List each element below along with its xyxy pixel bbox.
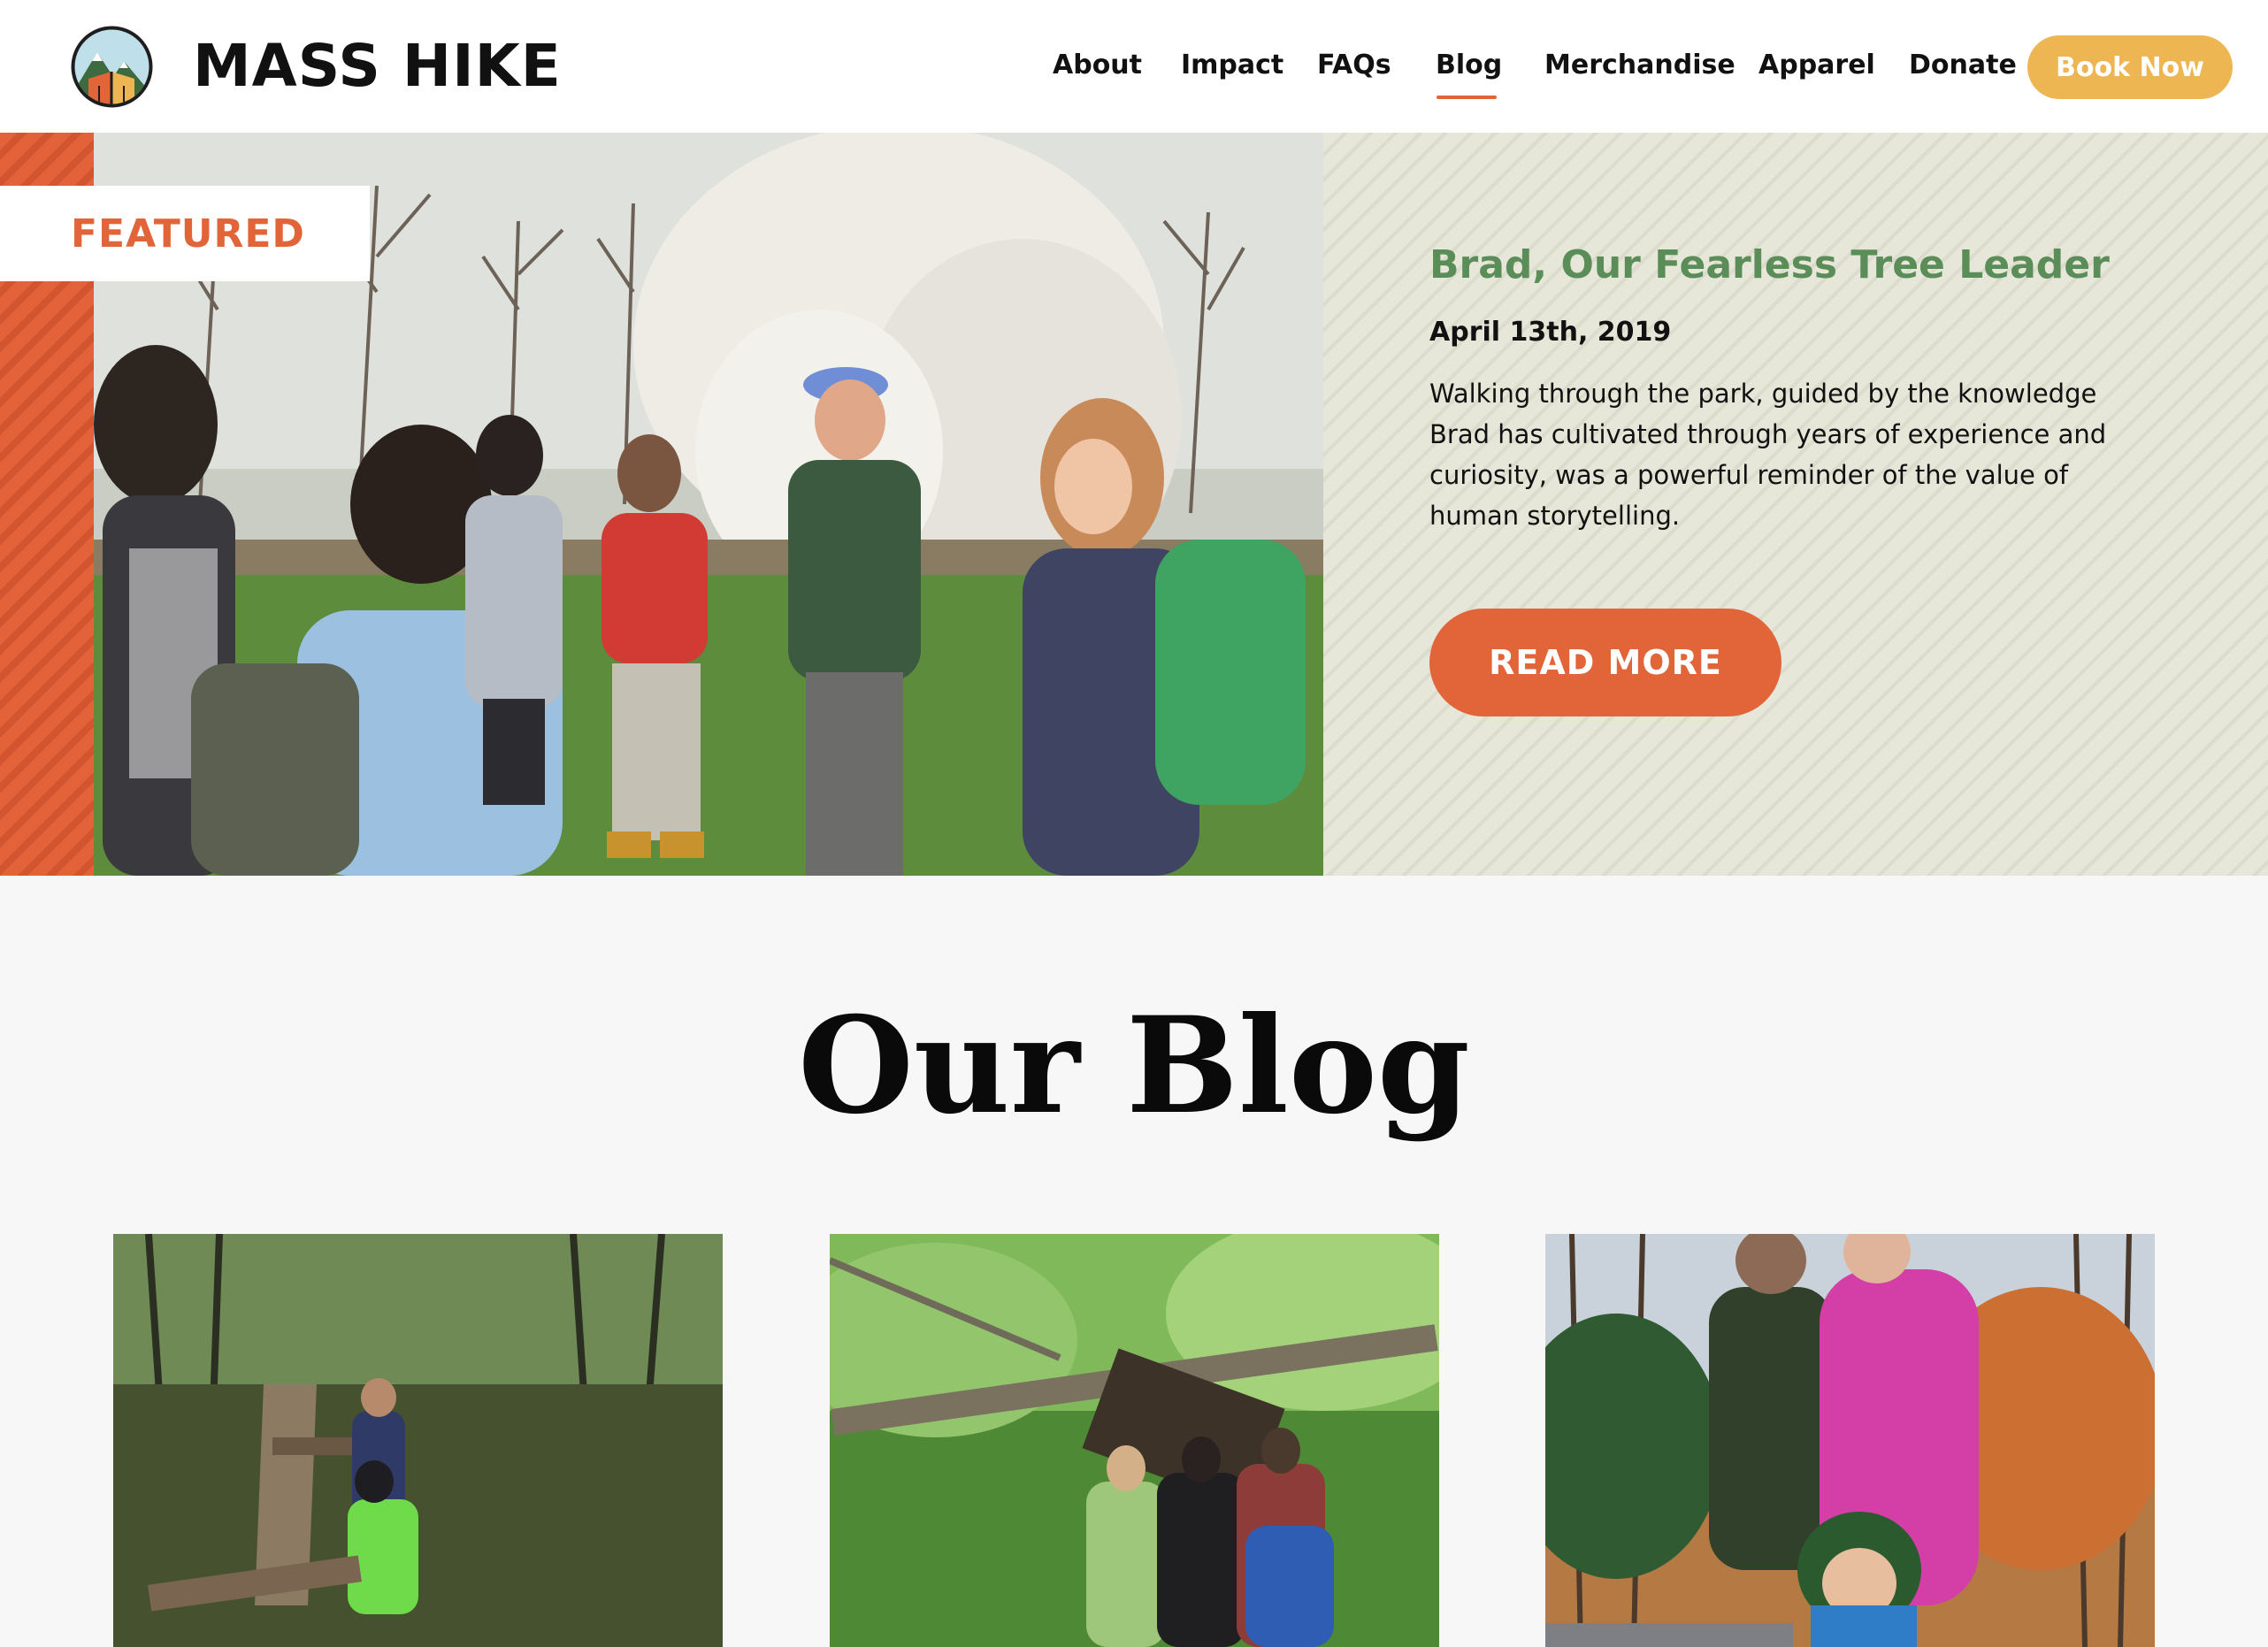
- featured-post-excerpt: Walking through the park, guided by the …: [1429, 379, 2107, 531]
- nav-blog[interactable]: Blog: [1436, 46, 1502, 85]
- blog-card-image[interactable]: [830, 1234, 1439, 1647]
- blog-card-image[interactable]: [1545, 1234, 2155, 1647]
- read-more-button[interactable]: READ MORE: [1429, 609, 1781, 716]
- nav-impact[interactable]: Impact: [1181, 46, 1283, 85]
- site-header: MASS HIKE About Impact FAQs Blog Merchan…: [0, 0, 2268, 133]
- nav-donate[interactable]: Donate: [1909, 46, 2017, 85]
- nav-merchandise[interactable]: Merchandise: [1544, 46, 1735, 85]
- mass-hike-logo-icon[interactable]: [71, 26, 153, 108]
- book-now-button[interactable]: Book Now: [2027, 35, 2233, 99]
- nav-about[interactable]: About: [1053, 46, 1142, 85]
- nav-faqs[interactable]: FAQs: [1317, 46, 1391, 85]
- active-nav-indicator: [1437, 96, 1497, 99]
- featured-post-date: April 13th, 2019: [1429, 317, 1672, 348]
- featured-post-panel: Brad, Our Fearless Tree Leader April 13t…: [1323, 133, 2268, 876]
- featured-post-title[interactable]: Brad, Our Fearless Tree Leader: [1429, 237, 2226, 294]
- blog-card-image[interactable]: [113, 1234, 723, 1647]
- featured-tag: FEATURED: [0, 186, 370, 281]
- featured-tag-label: FEATURED: [71, 211, 305, 257]
- nav-apparel[interactable]: Apparel: [1758, 46, 1875, 85]
- featured-section: FEATURED Brad, Our Fearless Tree Leader …: [0, 133, 2268, 876]
- blog-heading: Our Blog: [798, 988, 1470, 1144]
- brand-name[interactable]: MASS HIKE: [193, 31, 562, 102]
